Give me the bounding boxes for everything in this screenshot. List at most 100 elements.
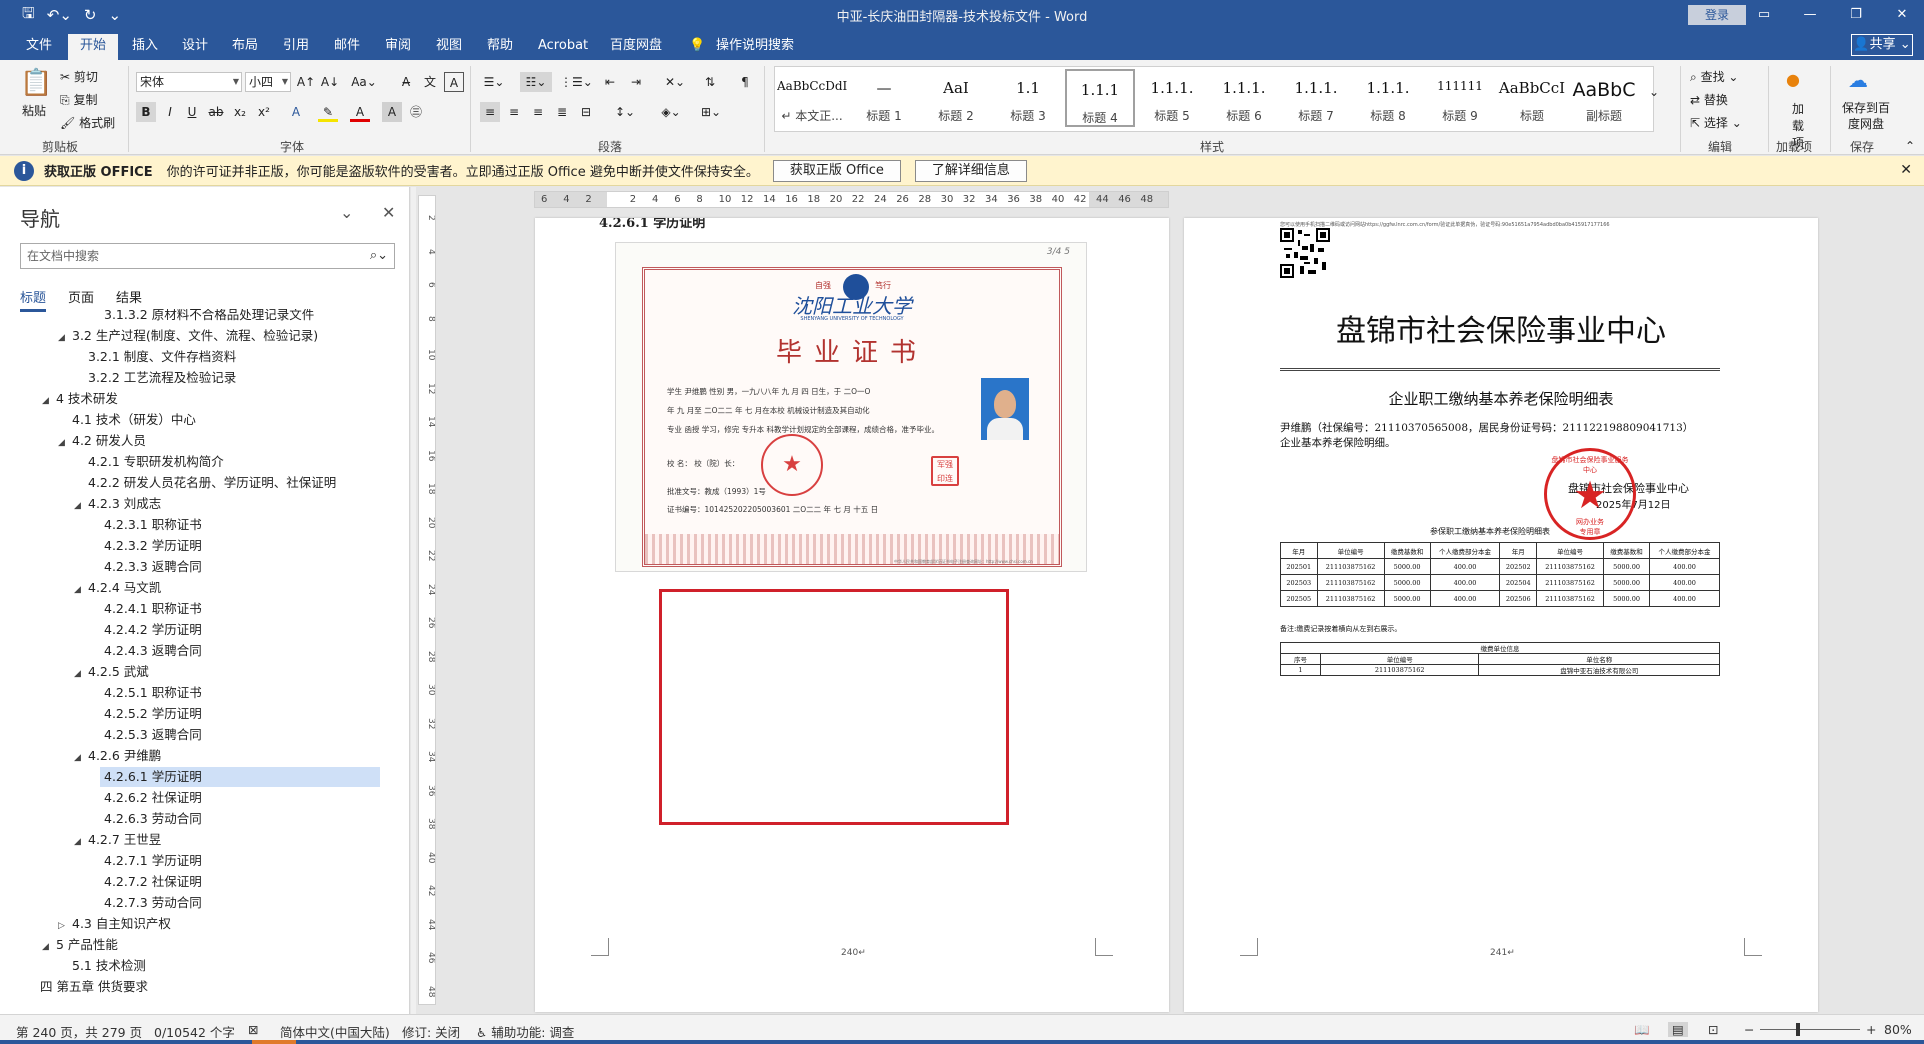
style-heading-3[interactable]: 1.1 标题 3 (993, 69, 1063, 127)
tab-acrobat[interactable]: Acrobat (534, 34, 592, 60)
tab-review[interactable]: 审阅 (381, 34, 415, 60)
expand-toggle-icon[interactable]: ◢ (58, 433, 72, 453)
style-heading-6[interactable]: 1.1.1. 标题 6 (1209, 69, 1279, 127)
login-button[interactable]: 登录 (1688, 5, 1746, 25)
multilevel-list-icon[interactable]: ⋮☰⌄ (560, 72, 593, 92)
nav-heading-item[interactable]: 4.2.3.2 学历证明 (90, 536, 202, 556)
tab-file[interactable]: 文件 (22, 34, 56, 60)
zoom-slider-track[interactable] (1760, 1029, 1860, 1030)
page-240[interactable]: 4.2.6.1 学历证明 3/4 5 自强 笃行 沈阳工业大学 SHENYANG… (535, 218, 1169, 1012)
learn-more-button[interactable]: 了解详细信息 (914, 159, 1027, 182)
collapse-ribbon-icon[interactable]: ⌃ (1900, 136, 1920, 156)
subscript-icon[interactable]: x₂ (230, 102, 250, 122)
tab-references[interactable]: 引用 (279, 34, 313, 60)
nav-heading-item[interactable]: 3.1.3.2 原材料不合格品处理记录文件 (90, 309, 314, 325)
tell-me-search[interactable]: 操作说明搜索 (712, 34, 798, 60)
copy-button[interactable]: ⎘ 复制 (60, 91, 97, 108)
nav-scrollbar[interactable] (411, 187, 416, 1014)
close-icon[interactable]: ✕ (382, 203, 395, 222)
search-icon[interactable]: ⌕⌄ (370, 244, 388, 268)
expand-toggle-icon[interactable]: ◢ (74, 748, 88, 768)
nav-heading-item[interactable]: 4.2.2 研发人员花名册、学历证明、社保证明 (74, 473, 336, 493)
style-heading-8[interactable]: 1.1.1. 标题 8 (1353, 69, 1423, 127)
zoom-out-icon[interactable]: − (1744, 1022, 1754, 1037)
nav-heading-item[interactable]: ◢ 4.2 研发人员 (58, 431, 146, 451)
replace-button[interactable]: ⇄ 替换 (1690, 91, 1728, 108)
show-marks-icon[interactable]: ¶ (735, 72, 755, 92)
redo-icon[interactable]: ↻ (84, 6, 97, 24)
nav-heading-item[interactable]: 3.2.2 工艺流程及检验记录 (74, 368, 236, 388)
expand-toggle-icon[interactable]: ◢ (74, 580, 88, 600)
highlight-icon[interactable]: ✎ (318, 102, 338, 122)
zoom-in-icon[interactable]: + (1866, 1022, 1876, 1037)
lightbulb-icon[interactable]: 💡 (685, 34, 709, 60)
nav-heading-item[interactable]: 4.2.7.2 社保证明 (90, 872, 202, 892)
style-subtitle[interactable]: AaBbC 副标题 (1569, 69, 1639, 127)
tab-mailings[interactable]: 邮件 (330, 34, 364, 60)
expand-toggle-icon[interactable]: ◢ (42, 937, 56, 957)
zoom-slider-thumb[interactable] (1796, 1023, 1800, 1036)
align-center-icon[interactable]: ≡ (504, 102, 524, 122)
font-name-combo[interactable]: 宋体 ▼ (136, 72, 242, 92)
track-changes[interactable]: 修订: 关闭 (402, 1022, 460, 1041)
accessibility-status[interactable]: ♿ 辅助功能: 调查 (476, 1022, 574, 1041)
styles-more-icon[interactable]: ⌄ (1644, 82, 1664, 102)
style-normal[interactable]: AaBbCcDdI ↵ 本文正... (777, 69, 847, 127)
increase-indent-icon[interactable]: ⇥ (626, 72, 646, 92)
share-button[interactable]: 👤共享 ⌄ (1851, 34, 1913, 56)
nav-heading-item[interactable]: ◢ 4.2.5 武斌 (74, 662, 149, 682)
baidu-cloud-icon[interactable]: ☁ (1848, 68, 1868, 92)
nav-heading-item[interactable]: 4.2.5.1 职称证书 (90, 683, 202, 703)
find-button[interactable]: ⌕ 查找 ⌄ (1690, 68, 1738, 85)
undo-icon[interactable]: ↶⌄ (47, 6, 72, 24)
save-to-baidu-button[interactable]: 保存到百度网盘 (1840, 100, 1892, 132)
language[interactable]: 简体中文(中国大陆) (280, 1022, 390, 1041)
tab-help[interactable]: 帮助 (483, 34, 517, 60)
borders-icon[interactable]: ⊞⌄ (696, 102, 726, 122)
style-heading-2[interactable]: AaI 标题 2 (921, 69, 991, 127)
style-heading-1[interactable]: — 标题 1 (849, 69, 919, 127)
cut-button[interactable]: ✂ 剪切 (60, 68, 98, 85)
enclose-char-icon[interactable]: ㊂ (406, 102, 426, 122)
close-icon[interactable]: ✕ (1900, 162, 1912, 178)
nav-heading-item[interactable]: ◢ 4.2.6 尹维鹏 (74, 746, 161, 766)
italic-icon[interactable]: I (160, 102, 180, 122)
proofing-icon[interactable]: ⊠ (248, 1022, 258, 1037)
tab-insert[interactable]: 插入 (128, 34, 162, 60)
restore-icon[interactable]: ❐ (1833, 0, 1879, 30)
char-shading-icon[interactable]: A (382, 102, 402, 122)
nav-heading-item[interactable]: ◢ 4.2.7 王世昱 (74, 830, 161, 850)
addin-icon[interactable]: ● (1786, 70, 1800, 89)
print-layout-icon[interactable]: ▤ (1668, 1022, 1688, 1037)
nav-heading-item[interactable]: 4.2.6.3 劳动合同 (90, 809, 202, 829)
select-button[interactable]: ⇱ 选择 ⌄ (1690, 114, 1742, 131)
nav-heading-item[interactable]: 4.2.5.2 学历证明 (90, 704, 202, 724)
nav-heading-item[interactable]: ◢ 4 技术研发 (42, 389, 118, 409)
nav-heading-item[interactable]: 5.1 技术检测 (58, 956, 146, 976)
page-241[interactable]: 您可以使用手机扫描二维码或访问网站https://ggfw.lnrc.com.c… (1184, 218, 1818, 1012)
chinese-layout-icon[interactable]: ✕⌄ (660, 72, 690, 92)
nav-heading-item[interactable]: 4.2.1 专职研发机构简介 (74, 452, 224, 472)
nav-heading-item[interactable]: 3.2.1 制度、文件存档资料 (74, 347, 236, 367)
style-heading-4[interactable]: 1.1.1 标题 4 (1065, 69, 1135, 127)
style-title[interactable]: AaBbCcI 标题 (1497, 69, 1567, 127)
expand-toggle-icon[interactable]: ◢ (74, 832, 88, 852)
nav-heading-item[interactable]: ◢ 4.2.3 刘成志 (74, 494, 161, 514)
nav-heading-item[interactable]: 4.2.4.1 职称证书 (90, 599, 202, 619)
nav-heading-item[interactable]: 4.2.3.3 返聘合同 (90, 557, 202, 577)
shading-icon[interactable]: ◈⌄ (656, 102, 686, 122)
nav-heading-item[interactable]: 4.1 技术（研发）中心 (58, 410, 196, 430)
underline-icon[interactable]: U (182, 102, 202, 122)
nav-heading-item[interactable]: 4.2.3.1 职称证书 (90, 515, 202, 535)
format-painter-button[interactable]: 🖌 格式刷 (60, 114, 115, 131)
nav-search-input[interactable]: 在文档中搜索 ⌕⌄ (20, 243, 395, 269)
tab-baidu-netdisk[interactable]: 百度网盘 (606, 34, 666, 60)
get-genuine-button[interactable]: 获取正版 Office (772, 159, 901, 182)
text-effects-icon[interactable]: A (286, 102, 306, 122)
expand-toggle-icon[interactable]: ◢ (58, 328, 72, 348)
bold-icon[interactable]: B (136, 102, 156, 122)
style-heading-5[interactable]: 1.1.1. 标题 5 (1137, 69, 1207, 127)
distributed-icon[interactable]: ⊟ (576, 102, 596, 122)
style-heading-7[interactable]: 1.1.1. 标题 7 (1281, 69, 1351, 127)
document-area[interactable]: 4.2.6.1 学历证明 3/4 5 自强 笃行 沈阳工业大学 SHENYANG… (438, 212, 1924, 1014)
